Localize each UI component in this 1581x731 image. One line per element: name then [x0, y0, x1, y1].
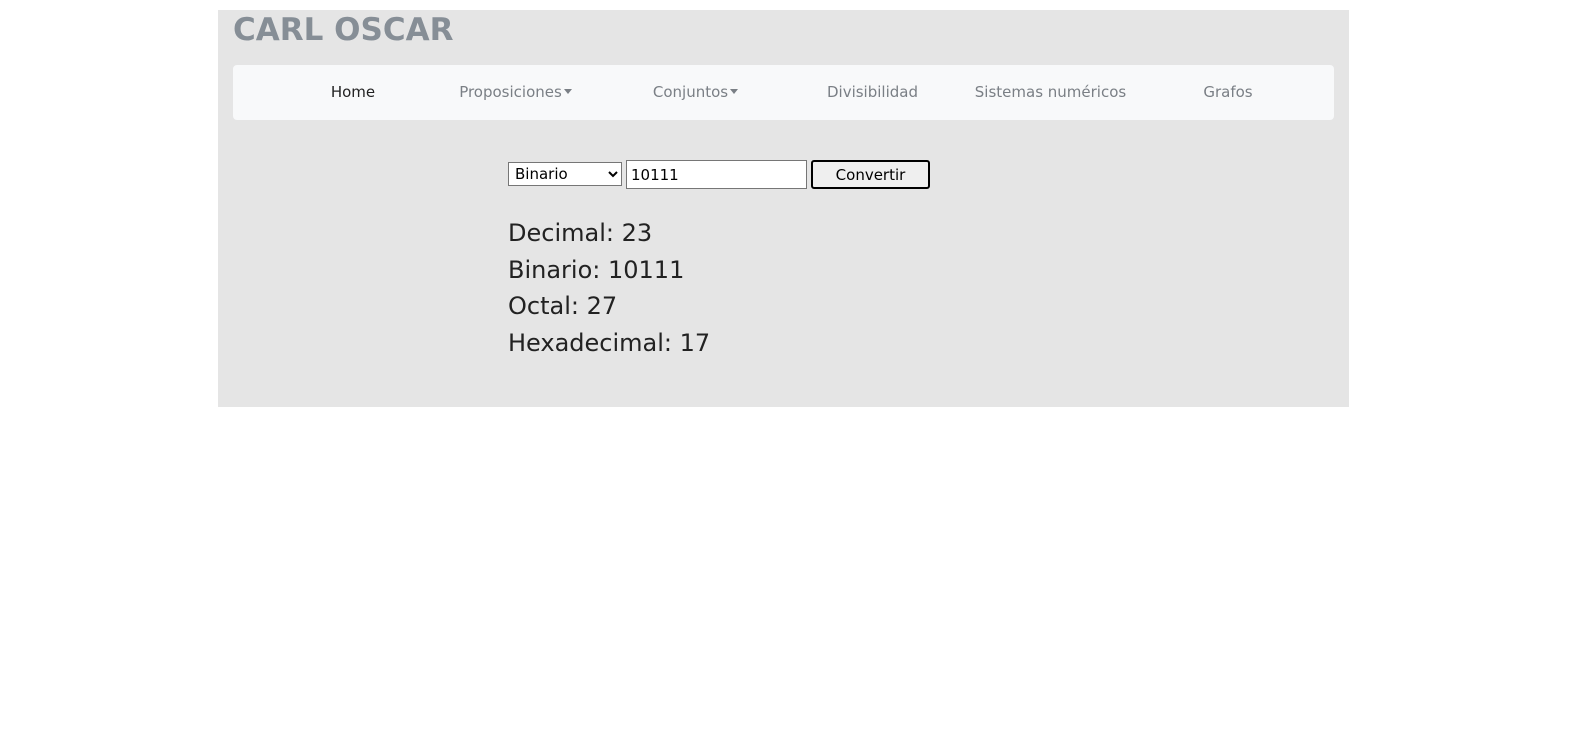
result-hexadecimal: Hexadecimal: 17 [508, 329, 711, 358]
result-binario: Binario: 10111 [508, 255, 685, 284]
caret-down-icon [563, 89, 572, 94]
nav-divisibilidad[interactable]: Divisibilidad [810, 65, 935, 120]
main-container: CARL OSCAR Home Proposiciones Conjuntos … [218, 10, 1349, 407]
nav-home-label: Home [330, 83, 376, 101]
nav-home[interactable]: Home [298, 65, 408, 120]
results-panel: Decimal: 23 Binario: 10111 Octal: 27 Hex… [508, 215, 710, 362]
convert-button[interactable]: Convertir [811, 160, 930, 189]
nav-sistemas-numericos-label: Sistemas numéricos [974, 83, 1127, 101]
caret-down-icon [730, 89, 739, 94]
nav-proposiciones-label: Proposiciones [459, 83, 562, 101]
nav-grafos[interactable]: Grafos [1173, 65, 1283, 120]
nav-sistemas-numericos[interactable]: Sistemas numéricos [973, 65, 1128, 120]
nav-conjuntos[interactable]: Conjuntos [633, 65, 758, 120]
navbar: Home Proposiciones Conjuntos Divisibilid… [233, 65, 1334, 120]
nav-conjuntos-label: Conjuntos [652, 83, 729, 101]
nav-divisibilidad-label: Divisibilidad [826, 83, 918, 101]
nav-proposiciones[interactable]: Proposiciones [448, 65, 583, 120]
base-select[interactable]: Binario [508, 162, 622, 186]
number-input[interactable] [626, 160, 807, 189]
nav-grafos-label: Grafos [1203, 83, 1253, 101]
result-decimal: Decimal: 23 [508, 219, 653, 247]
brand-title: CARL OSCAR [233, 12, 454, 48]
result-octal: Octal: 27 [508, 292, 618, 321]
